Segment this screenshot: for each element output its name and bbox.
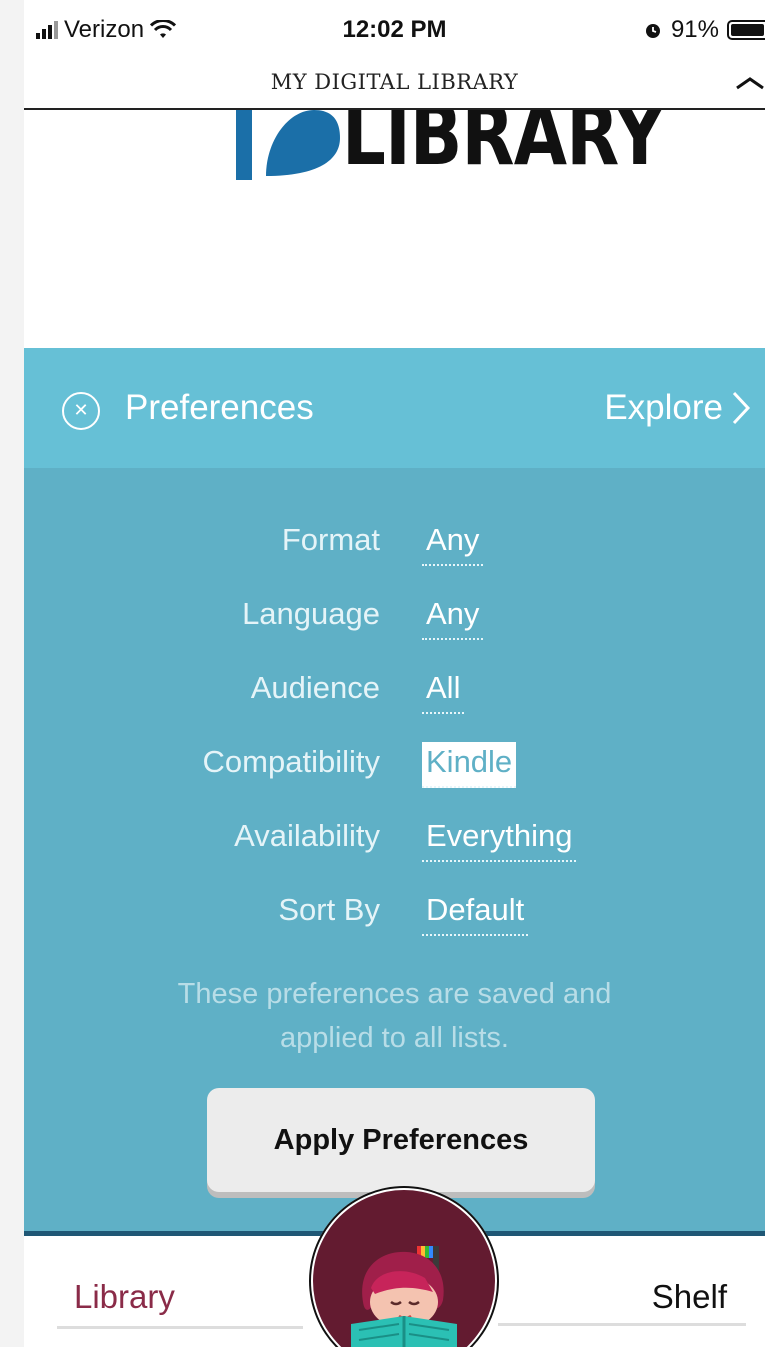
battery-percent: 91% xyxy=(670,16,719,43)
explore-label: Explore xyxy=(604,388,723,427)
pref-row-language: Language Any xyxy=(24,590,765,650)
battery-fill xyxy=(731,24,764,36)
status-bar: Verizon 12:02 PM 91% xyxy=(24,0,765,62)
pref-row-availability: Availability Everything xyxy=(24,812,765,872)
app-screen: Verizon 12:02 PM 91% MY DIGITAL LIBRARY xyxy=(24,0,765,1347)
pref-row-compatibility: Compatibility Kindle xyxy=(24,738,765,798)
pref-value-availability[interactable]: Everything xyxy=(422,816,577,862)
pref-value-compatibility[interactable]: Kindle xyxy=(422,742,517,788)
chevron-up-icon[interactable] xyxy=(735,72,765,92)
alarm-icon xyxy=(645,24,660,38)
pref-label: Availability xyxy=(234,818,380,853)
pref-row-audience: Audience All xyxy=(24,664,765,724)
close-circle-icon[interactable]: ✕ xyxy=(62,392,100,430)
logo-wordmark: LIBRARY xyxy=(342,110,665,184)
explore-link[interactable]: Explore xyxy=(604,388,751,428)
battery-icon xyxy=(727,20,765,40)
tab-shelf[interactable]: Shelf xyxy=(652,1278,727,1316)
pref-value-sort-by[interactable]: Default xyxy=(422,890,529,936)
page-title-bar: MY DIGITAL LIBRARY xyxy=(24,62,765,110)
pref-value-format[interactable]: Any xyxy=(422,520,484,566)
preferences-note: These preferences are saved and applied … xyxy=(24,972,765,1060)
pref-value-audience[interactable]: All xyxy=(422,668,465,714)
status-right: 91% xyxy=(643,16,765,44)
pref-value-language[interactable]: Any xyxy=(422,594,484,640)
preferences-header: ✕ Preferences Explore xyxy=(24,348,765,468)
pref-label: Language xyxy=(242,596,380,631)
pref-row-format: Format Any xyxy=(24,516,765,576)
pref-label: Sort By xyxy=(278,892,380,927)
apply-preferences-button[interactable]: Apply Preferences xyxy=(207,1088,595,1192)
logo-mark-icon xyxy=(236,110,340,180)
pref-label: Format xyxy=(281,522,380,557)
page-title: MY DIGITAL LIBRARY xyxy=(270,70,519,94)
pref-label: Audience xyxy=(250,670,380,705)
chevron-right-icon xyxy=(732,391,751,425)
preferences-title: Preferences xyxy=(125,388,314,427)
pref-label: Compatibility xyxy=(202,744,380,779)
preferences-panel: Format Any Language Any Audience All Com… xyxy=(24,468,765,1234)
tab-underline xyxy=(498,1323,746,1326)
tab-underline xyxy=(57,1326,303,1329)
library-logo: LIBRARY xyxy=(24,110,765,348)
pref-row-sort-by: Sort By Default xyxy=(24,886,765,946)
preferences-note-text: These preferences are saved and applied … xyxy=(177,978,612,1054)
tab-library[interactable]: Library xyxy=(74,1278,175,1316)
